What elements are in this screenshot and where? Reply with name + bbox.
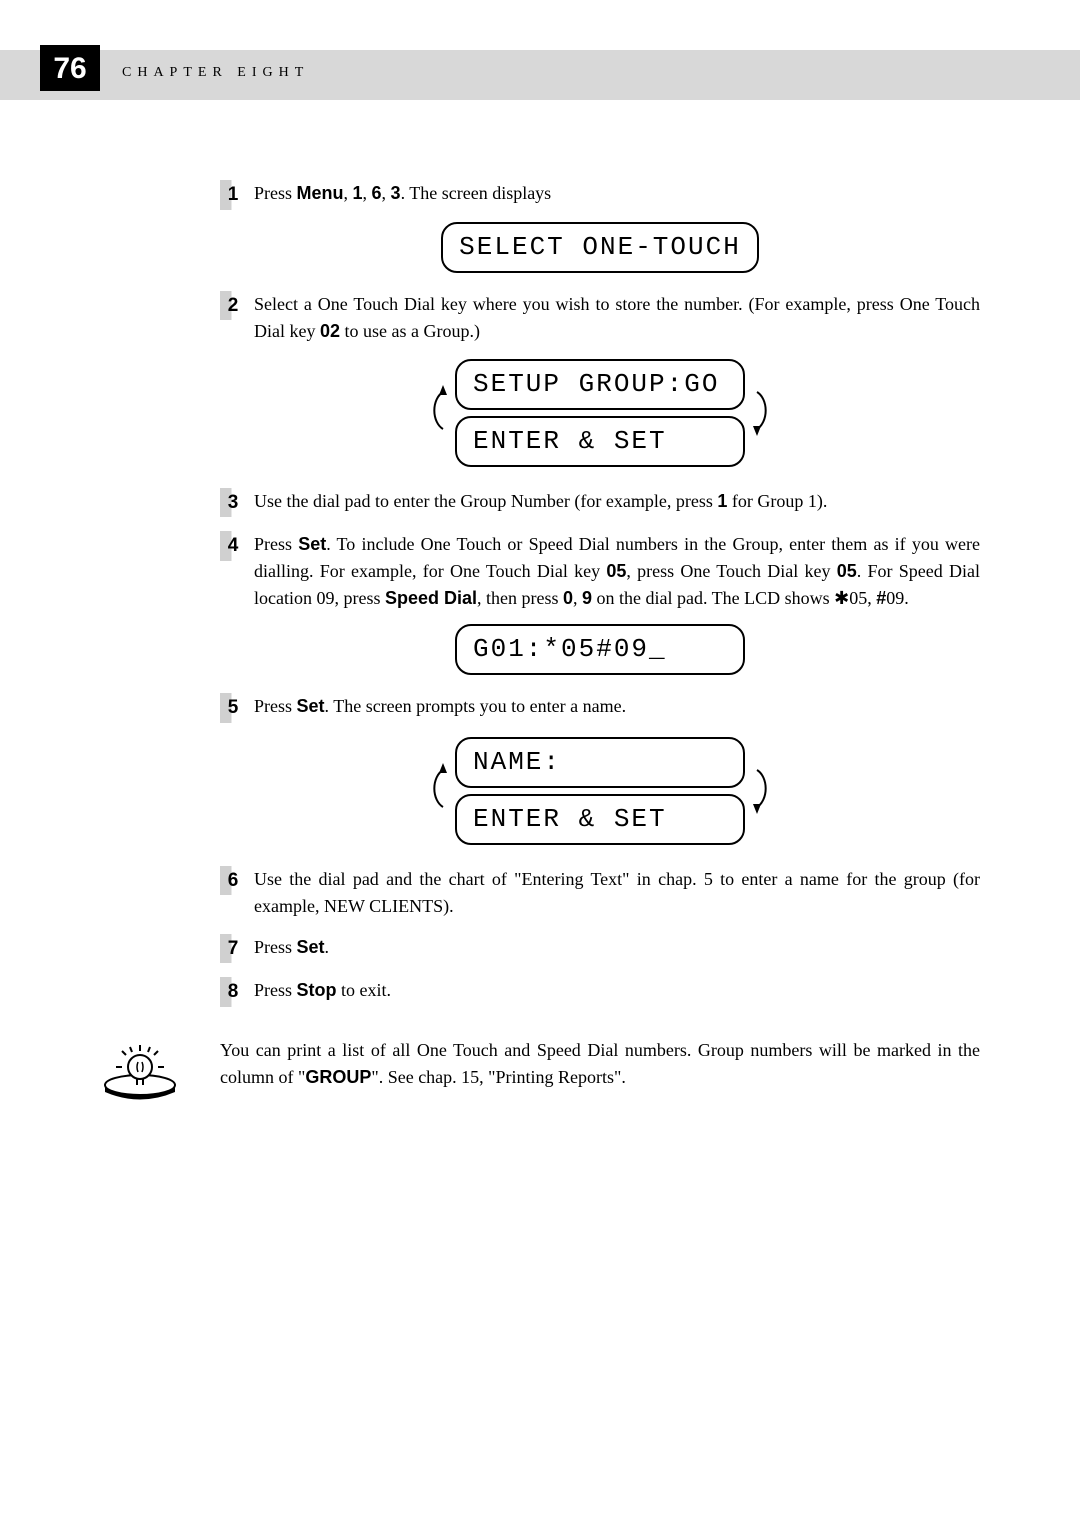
step-number: 7 (220, 934, 246, 964)
lcd-text: ENTER & SET (455, 794, 745, 845)
lcd-text: SETUP GROUP:GO (455, 359, 745, 410)
lcd-text: SELECT ONE-TOUCH (441, 222, 759, 273)
lcd-display-4: NAME: ENTER & SET (220, 735, 980, 848)
step-number: 5 (220, 693, 246, 723)
page-header: 76 CHAPTER EIGHT (0, 50, 1080, 100)
step-7: 7 Press Set. (220, 934, 980, 964)
lcd-text: ENTER & SET (455, 416, 745, 467)
cycle-arrow-left-icon (417, 735, 455, 848)
step-text: Press Stop to exit. (254, 977, 980, 1004)
step-text: Press Set. To include One Touch or Speed… (254, 531, 980, 612)
chapter-title: CHAPTER EIGHT (122, 62, 309, 83)
page-number: 76 (40, 45, 100, 91)
cycle-arrow-right-icon (745, 735, 783, 848)
main-content: 1 Press Menu, 1, 6, 3. The screen displa… (220, 180, 980, 1115)
tip-text: You can print a list of all One Touch an… (220, 1037, 980, 1115)
step-6: 6 Use the dial pad and the chart of "Ent… (220, 866, 980, 920)
step-5: 5 Press Set. The screen prompts you to e… (220, 693, 980, 723)
lcd-stack: SETUP GROUP:GO ENTER & SET (455, 359, 745, 467)
step-number: 8 (220, 977, 246, 1007)
step-2: 2 Select a One Touch Dial key where you … (220, 291, 980, 345)
step-text: Use the dial pad to enter the Group Numb… (254, 488, 980, 515)
step-number: 3 (220, 488, 246, 518)
lcd-display-3: G01:*05#09_ (220, 624, 980, 675)
step-number: 6 (220, 866, 246, 896)
cycle-arrow-left-icon (417, 357, 455, 470)
lcd-display-1: SELECT ONE-TOUCH (220, 222, 980, 273)
step-3: 3 Use the dial pad to enter the Group Nu… (220, 488, 980, 518)
step-number: 4 (220, 531, 246, 561)
step-text: Select a One Touch Dial key where you wi… (254, 291, 980, 345)
step-number: 1 (220, 180, 246, 210)
lightbulb-icon (100, 1037, 180, 1115)
lcd-display-2: SETUP GROUP:GO ENTER & SET (220, 357, 980, 470)
step-8: 8 Press Stop to exit. (220, 977, 980, 1007)
lcd-text: NAME: (455, 737, 745, 788)
step-text: Press Menu, 1, 6, 3. The screen displays (254, 180, 980, 207)
step-text: Press Set. (254, 934, 980, 961)
tip-note: You can print a list of all One Touch an… (100, 1037, 980, 1115)
lcd-text: G01:*05#09_ (455, 624, 745, 675)
step-text: Press Set. The screen prompts you to ent… (254, 693, 980, 720)
step-number: 2 (220, 291, 246, 321)
lcd-stack: NAME: ENTER & SET (455, 737, 745, 845)
cycle-arrow-right-icon (745, 357, 783, 470)
step-text: Use the dial pad and the chart of "Enter… (254, 866, 980, 920)
step-1: 1 Press Menu, 1, 6, 3. The screen displa… (220, 180, 980, 210)
step-4: 4 Press Set. To include One Touch or Spe… (220, 531, 980, 612)
